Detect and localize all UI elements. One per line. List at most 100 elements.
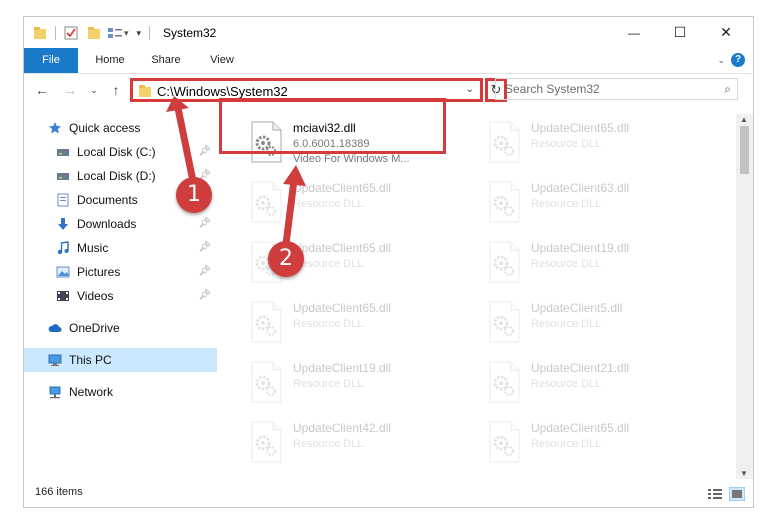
file-item[interactable]: UpdateClient65.dll Resource DLL xyxy=(484,417,709,469)
file-item[interactable]: UpdateClient19.dll Resource DLL xyxy=(246,357,471,409)
file-name: UpdateClient19.dll xyxy=(293,361,392,375)
window-title: System32 xyxy=(163,26,217,40)
sidebar-item-label: This PC xyxy=(69,353,112,367)
sidebar-item-videos[interactable]: Videos 📌︎ xyxy=(24,284,217,308)
file-name: UpdateClient42.dll xyxy=(293,421,392,435)
sidebar-item-label: Videos xyxy=(77,289,114,303)
callout-1: 1 xyxy=(176,177,212,213)
dll-file-icon xyxy=(489,241,520,283)
file-name: UpdateClient19.dll xyxy=(531,241,630,255)
file-type: Resource DLL xyxy=(293,438,364,450)
new-folder-icon[interactable] xyxy=(87,26,101,40)
sidebar-item-downloads[interactable]: Downloads 📌︎ xyxy=(24,212,217,236)
file-item[interactable]: UpdateClient19.dll Resource DLL xyxy=(484,237,709,289)
sidebar-item-local-disk-c[interactable]: Local Disk (C:) 📌︎ xyxy=(24,140,217,164)
chevron-down-icon[interactable]: ⌄ xyxy=(466,84,474,95)
drive-icon xyxy=(57,173,69,180)
file-type: Resource DLL xyxy=(293,378,364,390)
sidebar-item-music[interactable]: Music 📌︎ xyxy=(24,236,217,260)
file-name: UpdateClient65.dll xyxy=(293,241,392,255)
documents-icon xyxy=(57,193,69,207)
file-description: Video For Windows M... xyxy=(293,153,410,165)
vertical-scrollbar[interactable]: ▲ ▼ xyxy=(736,114,753,479)
scrollbar-thumb[interactable] xyxy=(740,126,749,174)
minimize-button[interactable]: — xyxy=(611,17,657,48)
forward-button[interactable]: → xyxy=(62,82,78,98)
search-box[interactable]: Search System32 ⌕ xyxy=(495,78,738,100)
dll-file-icon xyxy=(251,181,282,223)
tab-home[interactable]: Home xyxy=(90,48,130,73)
large-icons-view-icon[interactable] xyxy=(729,487,745,501)
customize-toolbar-icon[interactable]: ▾ xyxy=(137,28,142,39)
tab-view[interactable]: View xyxy=(202,48,242,73)
expand-ribbon-icon[interactable]: ⌄ xyxy=(717,55,725,66)
view-icon[interactable] xyxy=(107,26,123,40)
dll-file-icon xyxy=(489,301,520,343)
folder-icon xyxy=(34,27,46,39)
dll-file-icon xyxy=(489,181,520,223)
file-item[interactable]: UpdateClient42.dll Resource DLL xyxy=(246,417,471,469)
highlight-box xyxy=(219,98,446,154)
dll-file-icon xyxy=(251,421,282,463)
sidebar-item-pictures[interactable]: Pictures 📌︎ xyxy=(24,260,217,284)
file-name: UpdateClient65.dll xyxy=(531,421,630,435)
file-name: UpdateClient65.dll xyxy=(293,181,392,195)
sidebar-item-onedrive[interactable]: OneDrive xyxy=(24,316,217,340)
music-icon xyxy=(57,241,69,255)
file-type: Resource DLL xyxy=(531,258,602,270)
file-type: Resource DLL xyxy=(531,198,602,210)
file-item[interactable]: UpdateClient65.dll Resource DLL xyxy=(246,177,471,229)
up-button[interactable]: ↑ xyxy=(108,82,124,98)
file-item[interactable]: UpdateClient21.dll Resource DLL xyxy=(484,357,709,409)
file-item[interactable]: UpdateClient65.dll Resource DLL xyxy=(484,117,709,169)
tab-file[interactable]: File xyxy=(24,48,78,73)
ribbon-tabs: File Home Share View ⌄ ? xyxy=(24,48,753,74)
file-name: UpdateClient65.dll xyxy=(531,121,630,135)
download-icon xyxy=(58,218,68,230)
tab-share[interactable]: Share xyxy=(146,48,186,73)
star-icon xyxy=(49,122,61,134)
search-input[interactable]: Search System32 xyxy=(505,82,600,96)
file-type: Resource DLL xyxy=(531,438,602,450)
file-item[interactable]: UpdateClient5.dll Resource DLL xyxy=(484,297,709,349)
pictures-icon xyxy=(56,266,70,278)
maximize-button[interactable]: ☐ xyxy=(657,17,703,48)
file-type: Resource DLL xyxy=(293,318,364,330)
scroll-up-icon[interactable]: ▲ xyxy=(740,115,748,124)
callout-2: 2 xyxy=(268,241,304,277)
pin-icon[interactable]: 📌︎ xyxy=(198,266,211,277)
properties-icon[interactable] xyxy=(64,26,78,40)
scroll-down-icon[interactable]: ▼ xyxy=(740,469,748,478)
chevron-down-icon[interactable]: ▾ xyxy=(124,28,129,39)
back-button[interactable]: ← xyxy=(34,82,50,98)
sidebar-item-label: Documents xyxy=(77,193,138,207)
help-button[interactable]: ? xyxy=(731,53,745,67)
quick-access-toolbar: ▾ ▾ xyxy=(33,25,151,41)
recent-locations-button[interactable]: ⌄ xyxy=(86,82,102,98)
sidebar-item-label: OneDrive xyxy=(69,321,120,335)
sidebar-item-this-pc[interactable]: This PC xyxy=(24,348,217,372)
file-item[interactable]: UpdateClient63.dll Resource DLL xyxy=(484,177,709,229)
file-type: Resource DLL xyxy=(293,198,364,210)
sidebar-item-label: Local Disk (C:) xyxy=(77,145,156,159)
network-icon xyxy=(49,386,61,399)
pin-icon[interactable]: 📌︎ xyxy=(198,290,211,301)
details-view-icon[interactable] xyxy=(707,488,723,500)
divider xyxy=(55,26,56,40)
close-icon: ✕ xyxy=(720,24,732,40)
sidebar-item-label: Local Disk (D:) xyxy=(77,169,156,183)
pc-icon xyxy=(48,354,62,366)
pin-icon[interactable]: 📌︎ xyxy=(198,242,211,253)
file-type: Resource DLL xyxy=(531,378,602,390)
videos-icon xyxy=(57,291,69,301)
file-item[interactable]: UpdateClient65.dll Resource DLL xyxy=(246,297,471,349)
pin-icon[interactable]: 📌︎ xyxy=(198,218,211,229)
maximize-icon: ☐ xyxy=(673,24,687,40)
sidebar-item-network[interactable]: Network xyxy=(24,380,217,404)
title-bar: ▾ ▾ System32 — ☐ ✕ xyxy=(24,17,753,48)
close-button[interactable]: ✕ xyxy=(703,17,749,48)
navigation-pane: Quick access Local Disk (C:) 📌︎ Local Di… xyxy=(24,114,217,479)
sidebar-item-quick-access[interactable]: Quick access xyxy=(24,116,217,140)
folder-icon xyxy=(139,85,151,97)
pin-icon[interactable]: 📌︎ xyxy=(198,146,211,157)
